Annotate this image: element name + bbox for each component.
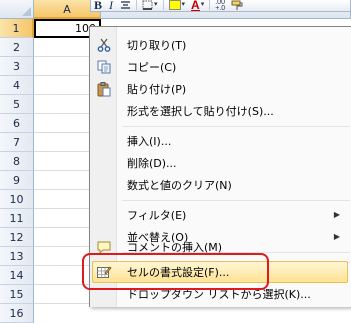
menu-item-label: 切り取り(T) bbox=[127, 39, 187, 52]
toolbar-separator bbox=[136, 0, 138, 10]
submenu-arrow-icon: ▶ bbox=[333, 210, 340, 219]
format-painter-button[interactable] bbox=[228, 0, 246, 11]
row-header-14[interactable]: 14 bbox=[0, 266, 34, 285]
menu-item-paste[interactable]: 貼り付け(P) bbox=[92, 78, 350, 100]
menu-item-delete[interactable]: 削除(D)... bbox=[92, 152, 350, 174]
menu-separator bbox=[122, 126, 350, 127]
row-header-9[interactable]: 9 bbox=[0, 171, 34, 190]
row-header-8[interactable]: 8 bbox=[0, 152, 34, 171]
toolbar-separator bbox=[209, 0, 211, 10]
row-header-15[interactable]: 15 bbox=[0, 285, 34, 304]
chevron-down-icon: ▾ bbox=[154, 0, 158, 8]
menu-item-label: コピー(C) bbox=[127, 61, 177, 74]
row-header-12[interactable]: 12 bbox=[0, 228, 34, 247]
row-header-5[interactable]: 5 bbox=[0, 95, 34, 114]
row-header-6[interactable]: 6 bbox=[0, 114, 34, 133]
row-header-7[interactable]: 7 bbox=[0, 133, 34, 152]
font-color-button[interactable]: A ▾ bbox=[188, 0, 207, 12]
menu-icon-slot bbox=[92, 100, 116, 122]
format-painter-icon bbox=[231, 0, 243, 10]
fill-color-button[interactable]: ▾ bbox=[166, 0, 189, 11]
border-icon bbox=[142, 0, 153, 10]
toolbar-separator bbox=[162, 0, 164, 10]
copy-icon bbox=[92, 56, 116, 78]
align-center-icon bbox=[121, 1, 131, 9]
fill-color-icon bbox=[168, 0, 181, 10]
menu-separator bbox=[122, 200, 350, 201]
paste-icon bbox=[92, 78, 116, 100]
bold-button[interactable]: B bbox=[91, 0, 105, 11]
menu-item-clear-contents[interactable]: 数式と値のクリア(N) bbox=[92, 174, 350, 196]
menu-item-copy[interactable]: コピー(C) bbox=[92, 56, 350, 78]
italic-button[interactable]: I bbox=[105, 0, 117, 11]
font-color-icon: A bbox=[191, 0, 200, 12]
menu-item-paste-special[interactable]: 形式を選択して貼り付け(S)... bbox=[92, 100, 350, 122]
row-header-3[interactable]: 3 bbox=[0, 57, 34, 76]
chevron-down-icon: ▾ bbox=[200, 0, 205, 8]
align-center-button[interactable] bbox=[117, 0, 134, 11]
row-header-10[interactable]: 10 bbox=[0, 190, 34, 209]
menu-item-cut[interactable]: 切り取り(T) bbox=[92, 34, 350, 56]
annotation-highlight-outline bbox=[82, 253, 269, 290]
menu-item-label: フィルタ(E) bbox=[127, 209, 187, 222]
row-header-4[interactable]: 4 bbox=[0, 76, 34, 95]
menu-item-label: 形式を選択して貼り付け(S)... bbox=[127, 105, 274, 118]
menu-item-insert[interactable]: 挿入(I)... bbox=[92, 130, 350, 152]
chevron-down-icon: ▾ bbox=[181, 0, 186, 8]
menu-item-label: 貼り付け(P) bbox=[127, 83, 187, 96]
menu-icon-slot bbox=[92, 204, 116, 226]
menu-icon-slot bbox=[92, 130, 116, 152]
increase-decimal-suffix: +.0 bbox=[215, 5, 226, 12]
row-header-13[interactable]: 13 bbox=[0, 247, 34, 266]
row-header-11[interactable]: 11 bbox=[0, 209, 34, 228]
menu-item-label: 挿入(I)... bbox=[127, 135, 172, 148]
select-all-triangle-icon bbox=[22, 7, 31, 16]
scissors-icon bbox=[92, 34, 116, 56]
menu-item-label: 数式と値のクリア(N) bbox=[127, 179, 232, 192]
menu-item-filter[interactable]: フィルタ(E) ▶ bbox=[92, 204, 350, 226]
increase-decimal-button[interactable]: .00 +.0 bbox=[212, 0, 228, 12]
menu-item-label: 削除(D)... bbox=[127, 157, 177, 170]
select-all-corner[interactable] bbox=[0, 0, 34, 19]
mini-toolbar: B I ▾ ▾ A ▾ .00 +.0 bbox=[90, 0, 351, 12]
row-header-2[interactable]: 2 bbox=[0, 38, 34, 57]
border-button[interactable]: ▾ bbox=[139, 0, 161, 11]
menu-icon-slot bbox=[92, 152, 116, 174]
menu-icon-slot bbox=[92, 174, 116, 196]
row-header-1[interactable]: 1 bbox=[0, 19, 34, 38]
